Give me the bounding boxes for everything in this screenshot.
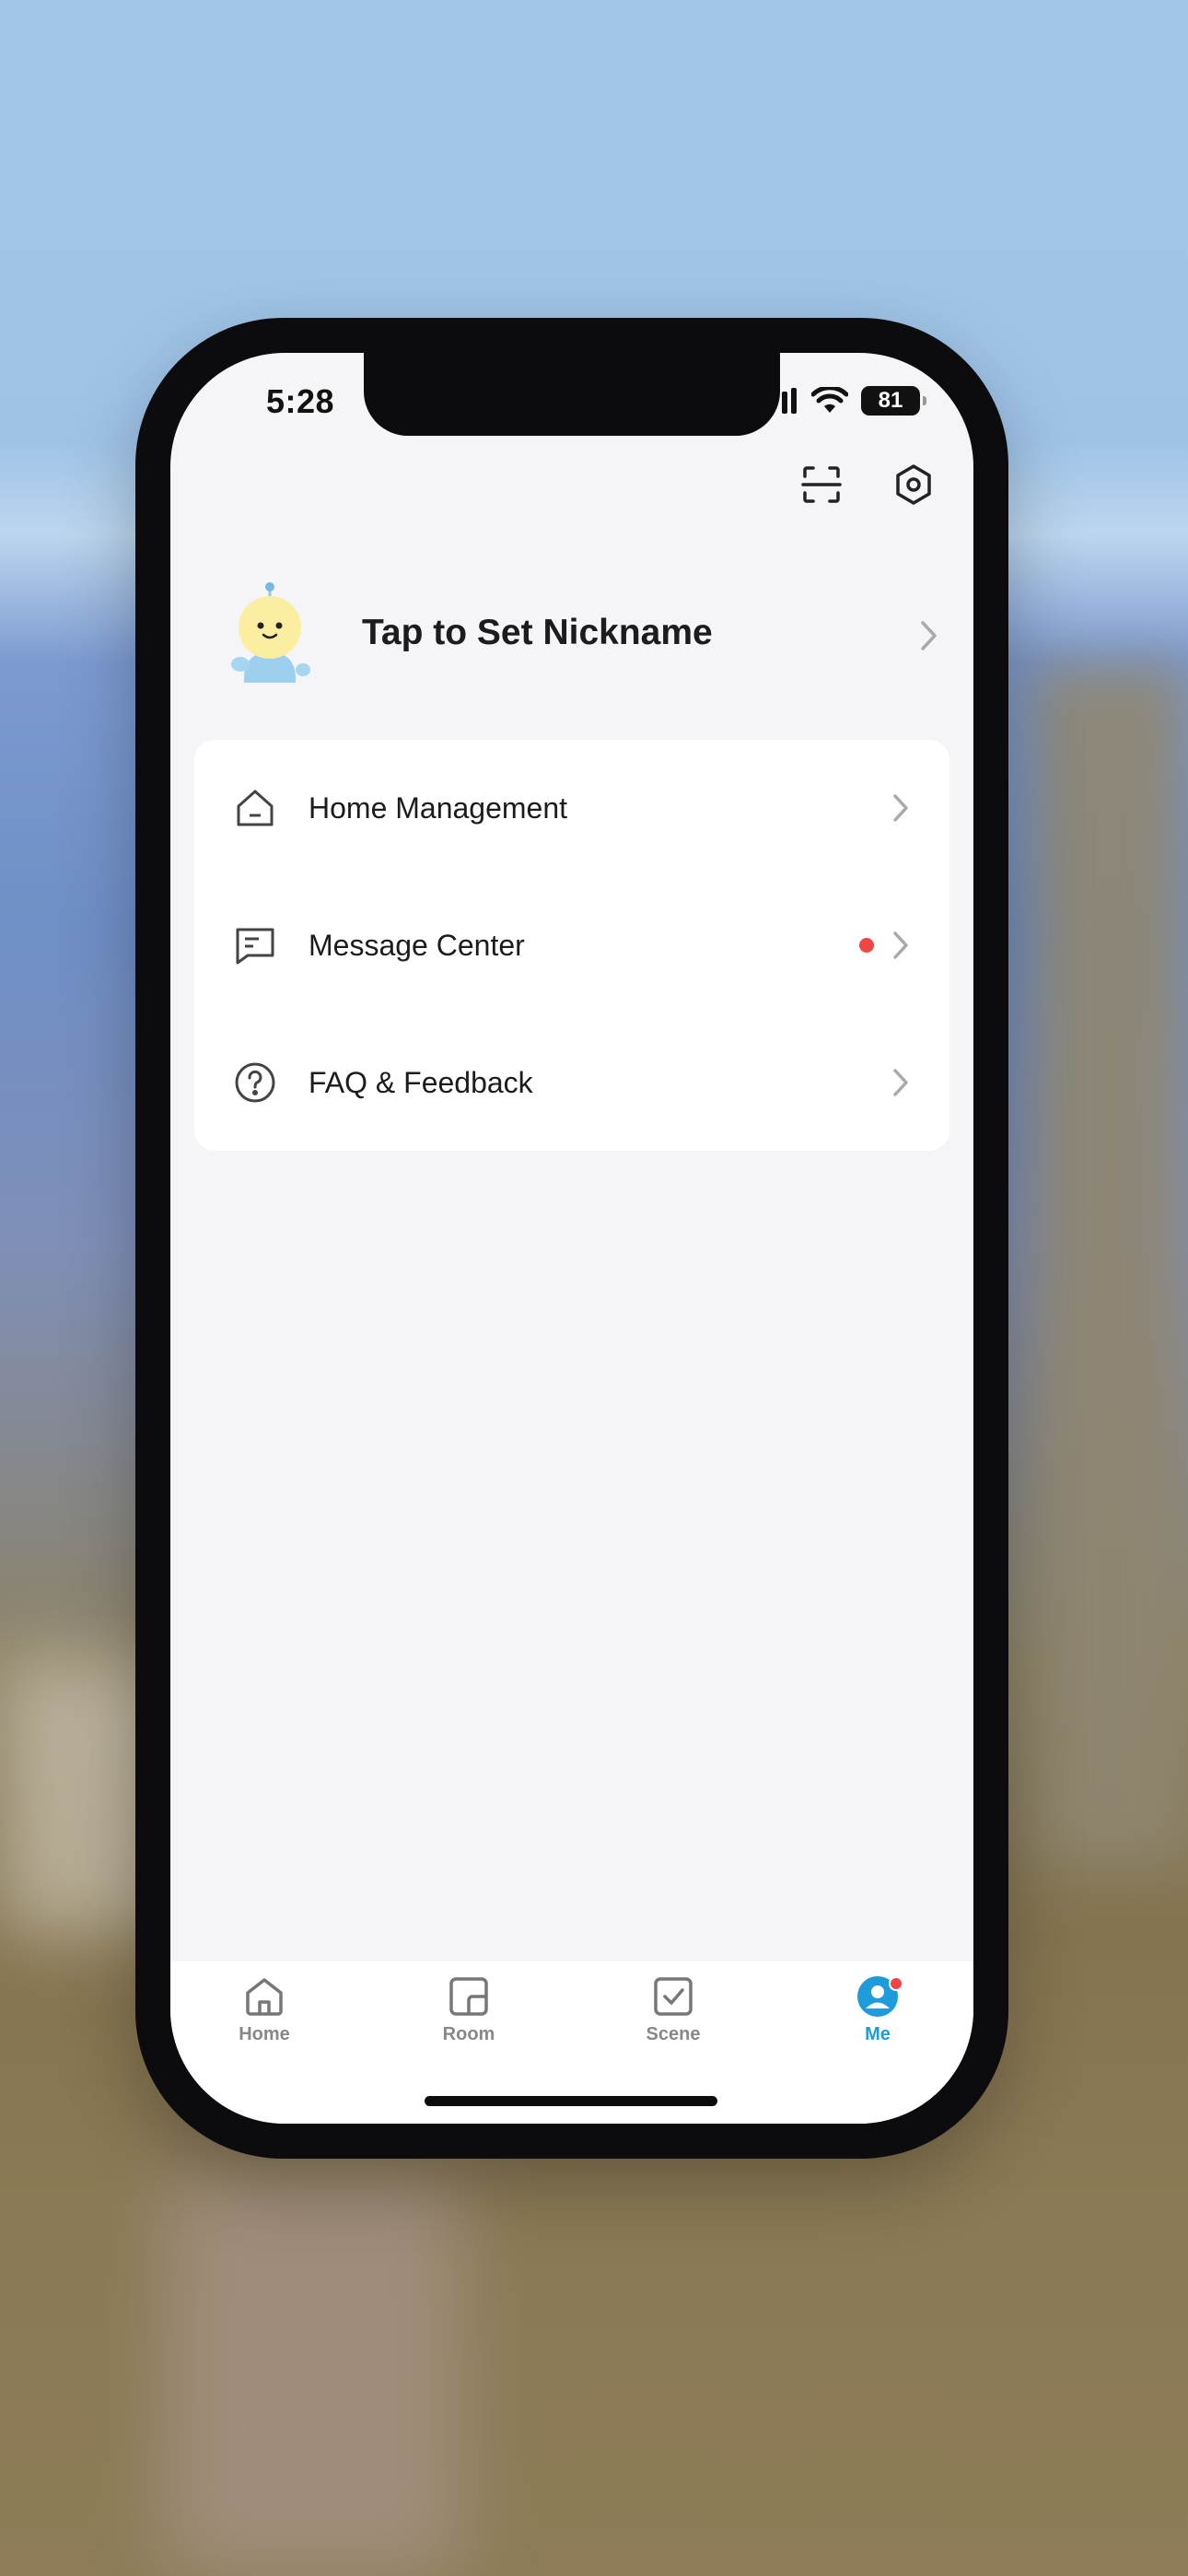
home-indicator[interactable] (425, 2096, 717, 2106)
house-icon (237, 790, 274, 826)
background-blur (166, 2165, 460, 2576)
tab-label: Room (442, 2024, 495, 2044)
tab-label: Home (239, 2024, 290, 2044)
app-screen: 5:28 81 Tap to Set Nickname Home Managem… (170, 353, 973, 2124)
wifi-icon (811, 387, 848, 413)
scene-tab-icon (654, 1977, 693, 2016)
tab-bar: Home Room Scene Me (170, 1961, 973, 2124)
tab-me[interactable]: Me (822, 1974, 933, 2045)
phone-frame: 5:28 81 Tap to Set Nickname Home Managem… (135, 318, 1008, 2159)
menu-item-label: Message Center (309, 928, 525, 962)
chevron-right-icon (921, 621, 937, 650)
status-indicators: 81 (780, 386, 926, 416)
menu-item-faq-feedback[interactable]: FAQ & Feedback (194, 1014, 949, 1151)
status-time: 5:28 (266, 382, 335, 420)
unread-badge (859, 938, 874, 953)
menu-item-message-center[interactable]: Message Center (194, 877, 949, 1013)
tab-label: Me (865, 2024, 891, 2044)
message-icon (236, 928, 274, 965)
background-blur (1031, 663, 1188, 1861)
avatar (224, 581, 325, 694)
battery-indicator: 81 (861, 386, 926, 416)
scan-icon[interactable] (798, 462, 844, 508)
tab-badge (889, 1976, 903, 1991)
nickname-label: Tap to Set Nickname (362, 613, 713, 652)
chevron-right-icon (893, 1069, 908, 1096)
tab-home[interactable]: Home (209, 1974, 320, 2045)
notch (364, 353, 780, 436)
tab-scene[interactable]: Scene (618, 1974, 728, 2045)
menu-item-label: FAQ & Feedback (309, 1065, 533, 1099)
header-actions (798, 462, 937, 508)
tab-label: Scene (646, 2024, 701, 2044)
tab-room[interactable]: Room (413, 1974, 524, 2045)
menu-item-home-management[interactable]: Home Management (194, 740, 949, 876)
chevron-right-icon (893, 794, 908, 822)
menu-card: Home Management Message Center FAQ & Fee… (194, 740, 949, 1151)
settings-gear-icon[interactable] (891, 462, 937, 508)
room-tab-icon (449, 1977, 488, 2016)
home-tab-icon (246, 1978, 283, 2016)
menu-item-label: Home Management (309, 790, 568, 825)
question-circle-icon (235, 1062, 275, 1103)
profile-row[interactable]: Tap to Set Nickname (170, 572, 973, 701)
chevron-right-icon (893, 931, 908, 959)
signal-icon (782, 388, 797, 414)
